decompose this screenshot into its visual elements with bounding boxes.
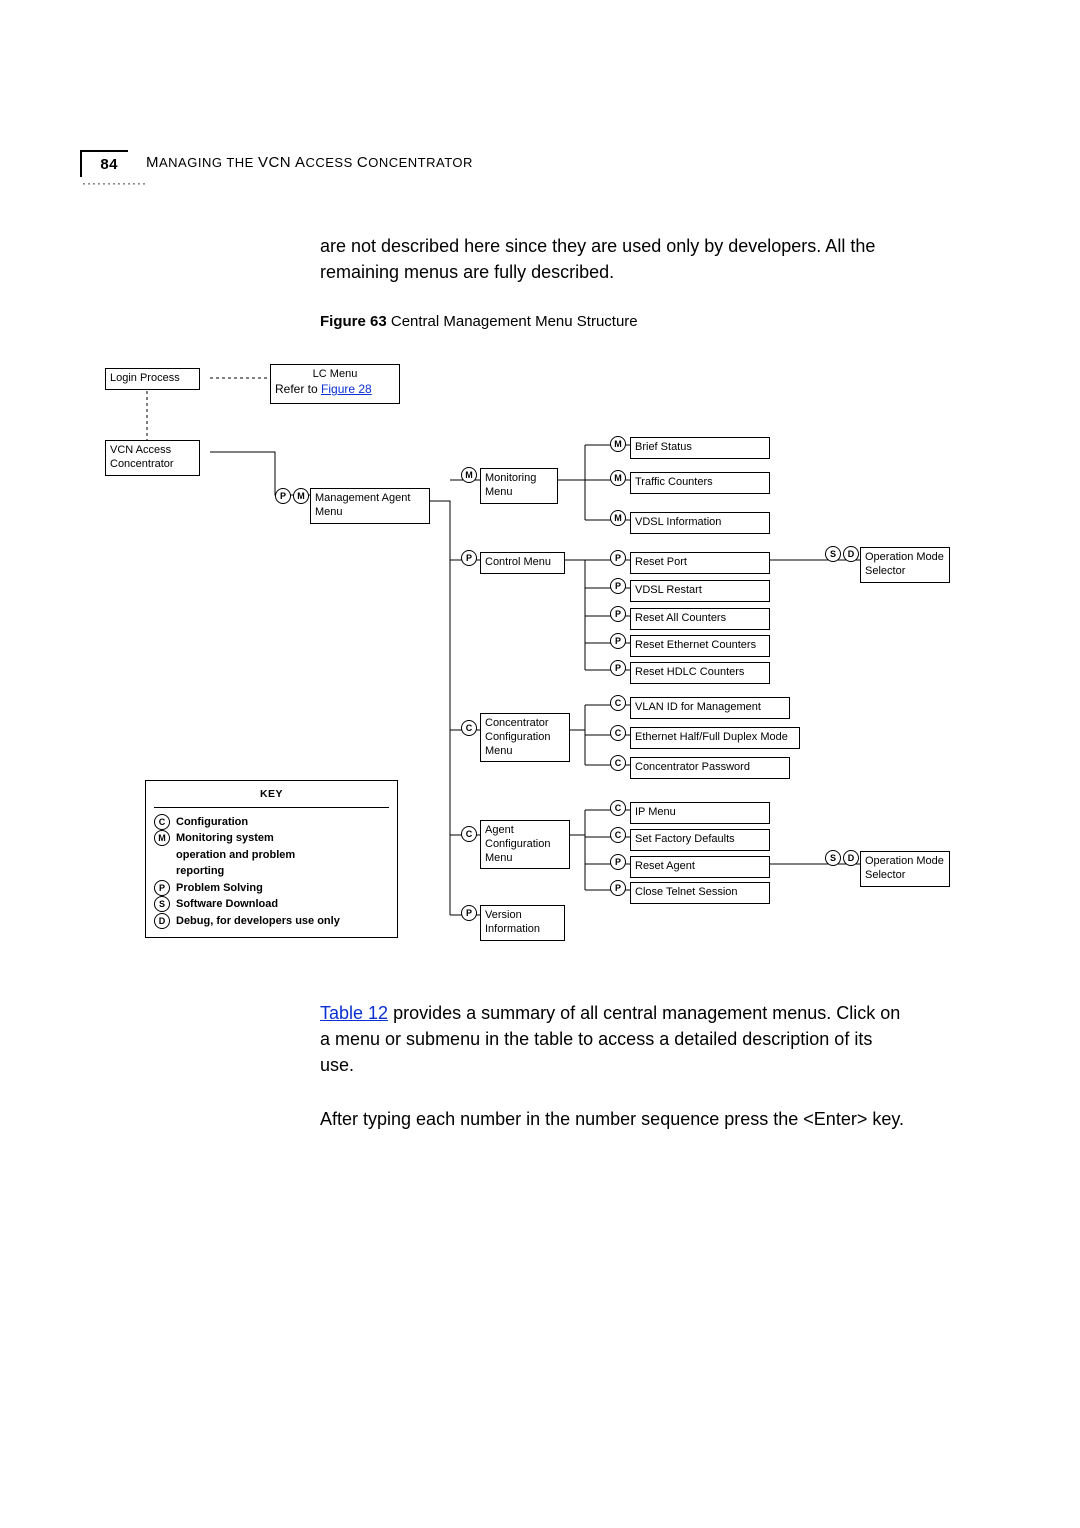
tag-p6: P (610, 633, 626, 649)
traffic-counters-box: Traffic Counters (630, 472, 770, 494)
header-title: MANAGING THE VCN ACCESS CONCENTRATOR (146, 154, 473, 171)
body-paragraph-1: are not described here since they are us… (320, 233, 910, 285)
eth-duplex-box: Ethernet Half/Full Duplex Mode (630, 727, 800, 749)
close-telnet-box: Close Telnet Session (630, 882, 770, 904)
page-number: 84 (80, 150, 128, 177)
body-paragraph-2: Table 12 provides a summary of all centr… (320, 1000, 910, 1078)
tag-c1: C (461, 720, 477, 736)
reset-hdlc-counters-box: Reset HDLC Counters (630, 662, 770, 684)
login-process-box: Login Process (105, 368, 200, 390)
conc-config-menu-box: Concentrator Configuration Menu (480, 713, 570, 762)
tag-m1: M (461, 467, 477, 483)
control-menu-box: Control Menu (480, 552, 565, 574)
tag-c5: C (610, 755, 626, 771)
reset-all-counters-box: Reset All Counters (630, 608, 770, 630)
tag-c6: C (610, 800, 626, 816)
op-mode-selector-2-box: Operation Mode Selector (860, 851, 950, 887)
reset-eth-counters-box: Reset Ethernet Counters (630, 635, 770, 657)
ip-menu-box: IP Menu (630, 802, 770, 824)
tag-p3: P (610, 550, 626, 566)
tag-sd1: SD (825, 546, 859, 562)
vdsl-restart-box: VDSL Restart (630, 580, 770, 602)
table-link[interactable]: Table 12 (320, 1003, 388, 1023)
vlan-id-box: VLAN ID for Management (630, 697, 790, 719)
op-mode-selector-1-box: Operation Mode Selector (860, 547, 950, 583)
tag-p5: P (610, 606, 626, 622)
tag-pm: PM (275, 488, 309, 504)
reset-port-box: Reset Port (630, 552, 770, 574)
conc-password-box: Concentrator Password (630, 757, 790, 779)
figure-link[interactable]: Figure 28 (321, 382, 372, 396)
vdsl-info-box: VDSL Information (630, 512, 770, 534)
tag-p8: P (610, 854, 626, 870)
monitoring-menu-box: Monitoring Menu (480, 468, 558, 504)
tag-m4: M (610, 510, 626, 526)
mgmt-agent-menu-box: Management Agent Menu (310, 488, 430, 524)
set-factory-defaults-box: Set Factory Defaults (630, 829, 770, 851)
tag-c4: C (610, 725, 626, 741)
lc-menu-box: LC Menu Refer to Figure 28 (270, 364, 400, 404)
decorative-dots-icon: ············· (82, 176, 147, 190)
tag-c2: C (461, 826, 477, 842)
tag-p4: P (610, 578, 626, 594)
reset-agent-box: Reset Agent (630, 856, 770, 878)
tag-m3: M (610, 470, 626, 486)
tag-p2: P (461, 905, 477, 921)
vcn-concentrator-box: VCN Access Concentrator (105, 440, 200, 476)
version-info-box: Version Information (480, 905, 565, 941)
tag-p7: P (610, 660, 626, 676)
tag-c3: C (610, 695, 626, 711)
tag-sd2: SD (825, 850, 859, 866)
tag-p1: P (461, 550, 477, 566)
agent-config-menu-box: Agent Configuration Menu (480, 820, 570, 869)
legend-box: KEY CConfiguration MMonitoring system op… (145, 780, 398, 938)
tag-p9: P (610, 880, 626, 896)
tag-c7: C (610, 827, 626, 843)
menu-structure-diagram: Login Process LC Menu Refer to Figure 28… (85, 360, 985, 970)
running-header: 84 MANAGING THE VCN ACCESS CONCENTRATOR … (80, 150, 990, 177)
document-page: 84 MANAGING THE VCN ACCESS CONCENTRATOR … (0, 0, 1080, 1261)
brief-status-box: Brief Status (630, 437, 770, 459)
figure-caption: Figure 63 Central Management Menu Struct… (320, 313, 990, 330)
tag-m2: M (610, 436, 626, 452)
body-paragraph-3: After typing each number in the number s… (320, 1106, 910, 1132)
